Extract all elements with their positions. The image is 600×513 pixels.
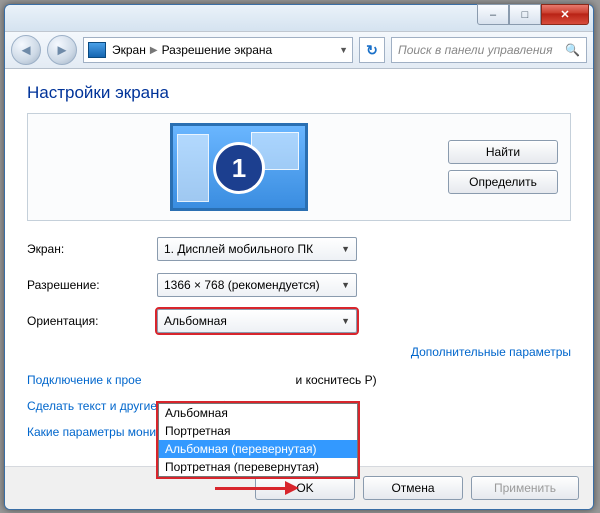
orientation-select[interactable]: Альбомная ▼ [157,309,357,333]
apply-button[interactable]: Применить [471,476,579,500]
chevron-down-icon: ▼ [341,280,350,290]
detect-button[interactable]: Определить [448,170,558,194]
resolution-value: 1366 × 768 (рекомендуется) [164,278,320,292]
connect-projector-link[interactable]: Подключение к прое [27,373,142,387]
window-controls: – □ ✕ [477,4,589,25]
titlebar: – □ ✕ [5,5,593,32]
orientation-option[interactable]: Альбомная (перевернутая) [159,440,357,458]
monitor-thumbnail[interactable]: 1 [170,123,308,211]
connect-projector-row: Подключение к прое и коснитесь P) [27,373,571,387]
orientation-option[interactable]: Альбомная [159,404,357,422]
monitor-icon [88,42,106,58]
breadcrumb-item[interactable]: Разрешение экрана [162,43,273,57]
settings-grid: Экран: 1. Дисплей мобильного ПК ▼ Разреш… [27,237,571,333]
display-preview: 1 Найти Определить [27,113,571,221]
find-button[interactable]: Найти [448,140,558,164]
minimize-button[interactable]: – [477,4,509,25]
orientation-option[interactable]: Портретная [159,422,357,440]
advanced-settings-link[interactable]: Дополнительные параметры [411,345,571,359]
connect-projector-hint: и коснитесь P) [296,373,377,387]
display-label: Экран: [27,242,157,256]
advanced-link-row: Дополнительные параметры [27,345,571,359]
cancel-button[interactable]: Отмена [363,476,463,500]
close-button[interactable]: ✕ [541,4,589,25]
back-button[interactable]: ◄ [11,35,41,65]
window: – □ ✕ ◄ ► Экран ▶ Разрешение экрана ▼ ↻ … [4,4,594,510]
search-placeholder: Поиск в панели управления [398,43,553,57]
maximize-button[interactable]: □ [509,4,541,25]
chevron-down-icon: ▼ [341,244,350,254]
display-select[interactable]: 1. Дисплей мобильного ПК ▼ [157,237,357,261]
refresh-button[interactable]: ↻ [359,37,385,63]
resolution-label: Разрешение: [27,278,157,292]
chevron-down-icon[interactable]: ▼ [339,45,348,55]
orientation-value: Альбомная [164,314,227,328]
search-input[interactable]: Поиск в панели управления 🔍 [391,37,587,63]
breadcrumb[interactable]: Экран ▶ Разрешение экрана ▼ [83,37,353,63]
breadcrumb-item[interactable]: Экран [112,43,146,57]
resolution-select[interactable]: 1366 × 768 (рекомендуется) ▼ [157,273,357,297]
page-title: Настройки экрана [27,83,571,103]
forward-button[interactable]: ► [47,35,77,65]
orientation-option[interactable]: Портретная (перевернутая) [159,458,357,476]
preview-taskbar [177,134,209,202]
search-icon[interactable]: 🔍 [565,43,580,57]
chevron-right-icon: ▶ [150,45,158,56]
display-value: 1. Дисплей мобильного ПК [164,242,313,256]
preview-buttons: Найти Определить [448,140,558,194]
chevron-down-icon: ▼ [341,316,350,326]
orientation-label: Ориентация: [27,314,157,328]
toolbar: ◄ ► Экран ▶ Разрешение экрана ▼ ↻ Поиск … [5,32,593,69]
monitor-number: 1 [213,142,265,194]
content: Настройки экрана 1 Найти Определить Экра… [5,69,593,466]
orientation-dropdown[interactable]: АльбомнаяПортретнаяАльбомная (перевернут… [158,403,358,477]
annotation-arrow [215,483,303,493]
